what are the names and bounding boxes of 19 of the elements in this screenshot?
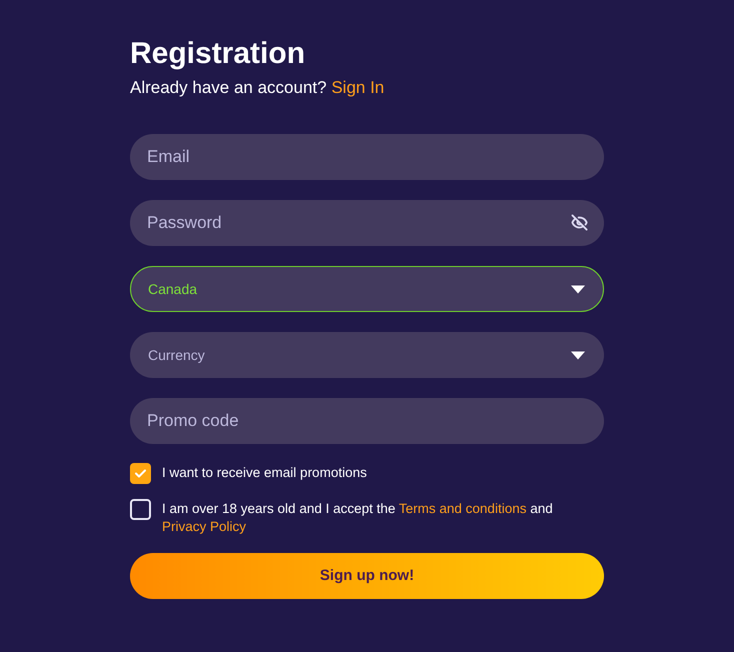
sign-in-link[interactable]: Sign In bbox=[331, 78, 384, 97]
account-prompt: Already have an account? Sign In bbox=[130, 77, 386, 98]
page-title: Registration bbox=[130, 36, 306, 72]
select-field[interactable]: Canada bbox=[130, 266, 604, 312]
checkmark-icon bbox=[135, 469, 146, 478]
checkbox[interactable] bbox=[130, 499, 151, 520]
caret-icon bbox=[571, 284, 585, 294]
crossed-eye-icon[interactable] bbox=[571, 214, 588, 231]
input-field[interactable]: Email bbox=[130, 134, 604, 180]
text-link[interactable]: Privacy Policy bbox=[162, 519, 246, 534]
select-field[interactable]: Currency bbox=[130, 332, 604, 378]
checkbox-label: I want to receive email promotions bbox=[162, 464, 367, 482]
input-field[interactable]: Promo code bbox=[130, 398, 604, 444]
sign-up-button[interactable]: Sign up now! bbox=[130, 553, 604, 599]
checkbox[interactable] bbox=[130, 463, 151, 484]
caret-icon bbox=[571, 350, 585, 360]
password-field[interactable]: Password bbox=[130, 200, 604, 246]
text-link[interactable]: Terms and conditions bbox=[398, 501, 526, 516]
checkbox-label: I am over 18 years old and I accept the Terms and conditions and Privacy Policy bbox=[162, 500, 554, 536]
